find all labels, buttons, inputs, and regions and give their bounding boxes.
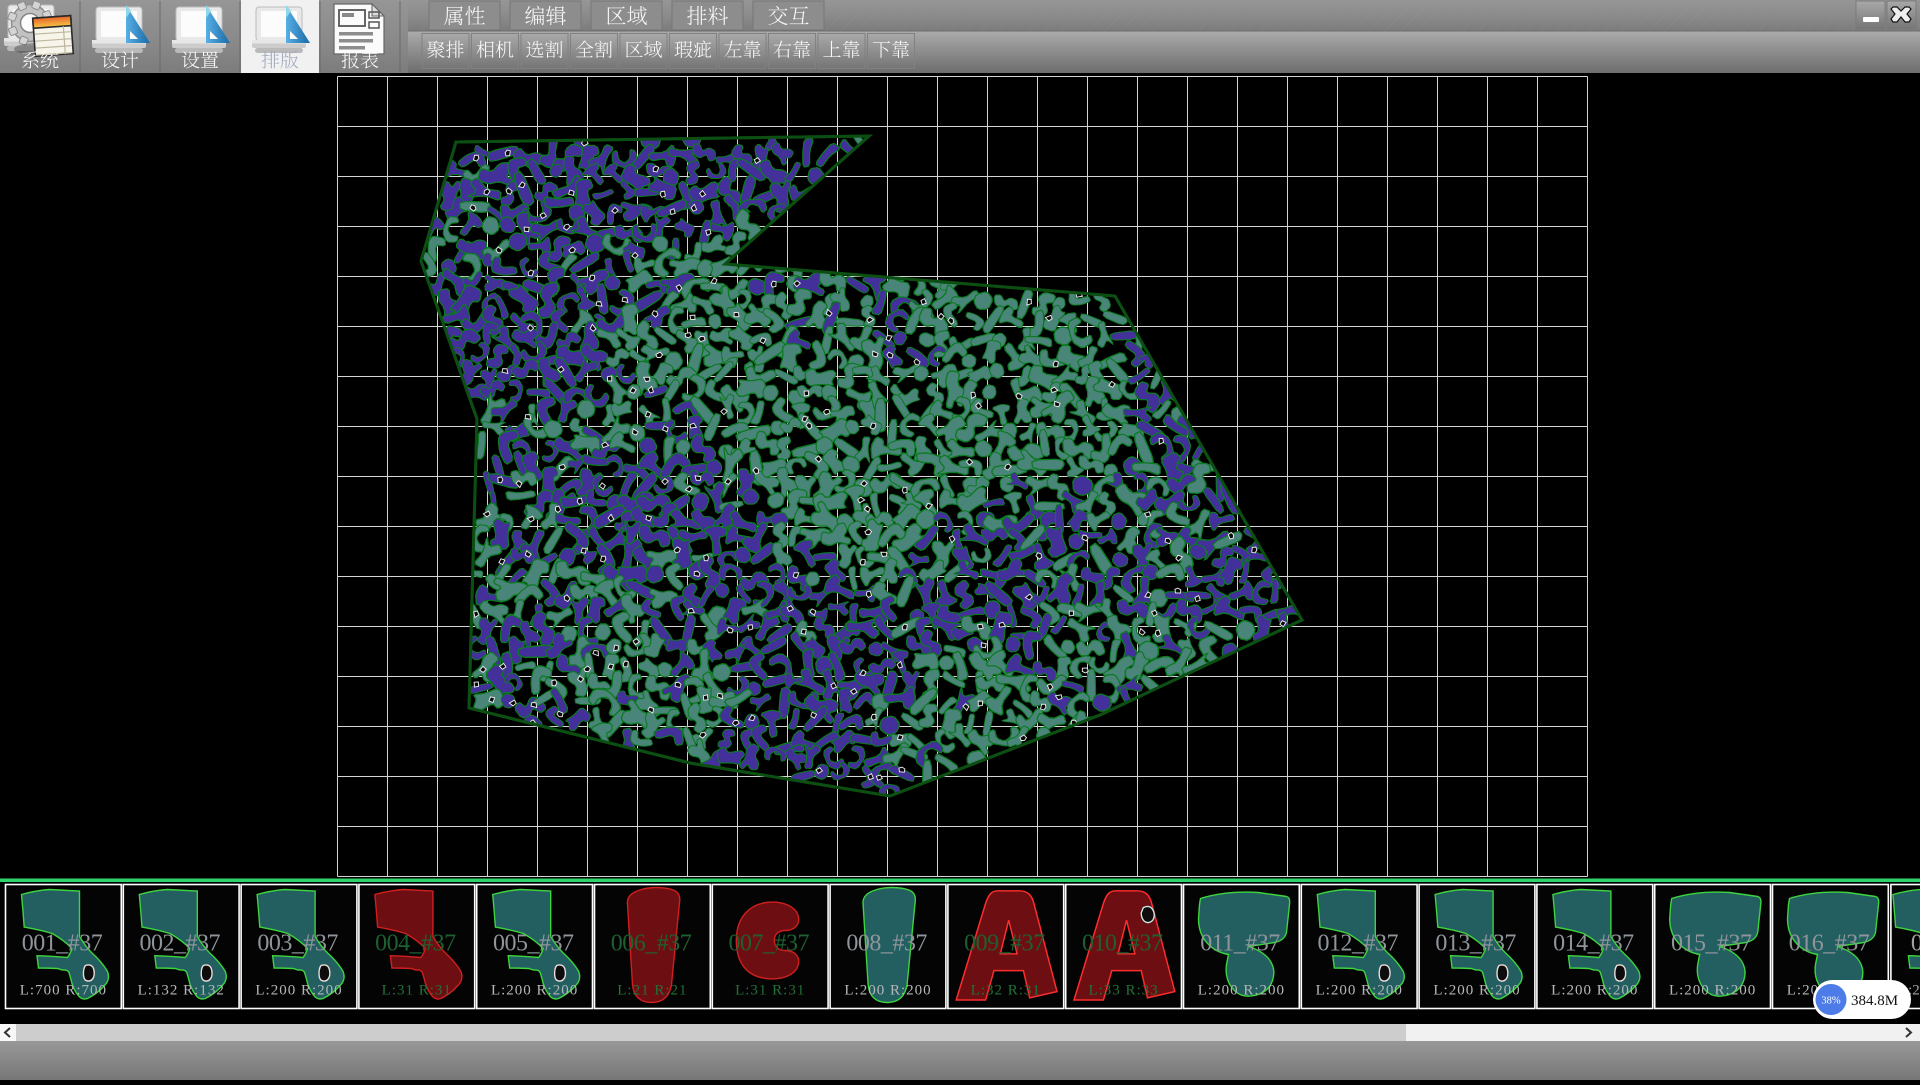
svg-text:38%: 38% (1821, 996, 1841, 1007)
svg-text:002_#37: 002_#37 (140, 931, 221, 957)
svg-text:0: 0 (1911, 931, 1920, 957)
svg-text:L:31 R:31: L:31 R:31 (735, 983, 805, 999)
svg-text:L:200 R:200: L:200 R:200 (1433, 983, 1520, 999)
svg-text:001_#37: 001_#37 (22, 931, 103, 957)
svg-text:L:200 R:200: L:200 R:200 (1551, 983, 1638, 999)
svg-text:L:132 R:132: L:132 R:132 (138, 983, 225, 999)
svg-text:015_#37: 015_#37 (1671, 931, 1752, 957)
svg-text:L:700 R:700: L:700 R:700 (20, 983, 107, 999)
svg-text:011_#37: 011_#37 (1200, 931, 1280, 957)
svg-text:L:200 R:200: L:200 R:200 (1198, 983, 1285, 999)
svg-text:L:21 R:21: L:21 R:21 (617, 983, 687, 999)
svg-text:L:31 R:31: L:31 R:31 (382, 983, 452, 999)
svg-text:013_#37: 013_#37 (1435, 931, 1516, 957)
svg-text:008_#37: 008_#37 (846, 931, 927, 957)
svg-text:010_#37: 010_#37 (1082, 931, 1163, 957)
svg-text:L:200 R:200: L:200 R:200 (1669, 983, 1756, 999)
svg-text:L:200 R:200: L:200 R:200 (844, 983, 931, 999)
svg-text:016_#37: 016_#37 (1789, 931, 1870, 957)
svg-text:007_#37: 007_#37 (729, 931, 810, 957)
svg-text:L:33 R:33: L:33 R:33 (1088, 983, 1158, 999)
svg-text:004_#37: 004_#37 (375, 931, 456, 957)
svg-text:003_#37: 003_#37 (257, 931, 338, 957)
svg-text:384.8M: 384.8M (1851, 993, 1898, 1009)
svg-text:L:200 R:200: L:200 R:200 (491, 983, 578, 999)
svg-text:L:200 R:200: L:200 R:200 (1316, 983, 1403, 999)
svg-text:006_#37: 006_#37 (611, 931, 692, 957)
svg-text:L:32 R:31: L:32 R:31 (971, 983, 1041, 999)
svg-text:014_#37: 014_#37 (1553, 931, 1634, 957)
svg-text:012_#37: 012_#37 (1318, 931, 1399, 957)
svg-text:L:200 R:200: L:200 R:200 (255, 983, 342, 999)
svg-text:009_#37: 009_#37 (964, 931, 1045, 957)
svg-text:005_#37: 005_#37 (493, 931, 574, 957)
